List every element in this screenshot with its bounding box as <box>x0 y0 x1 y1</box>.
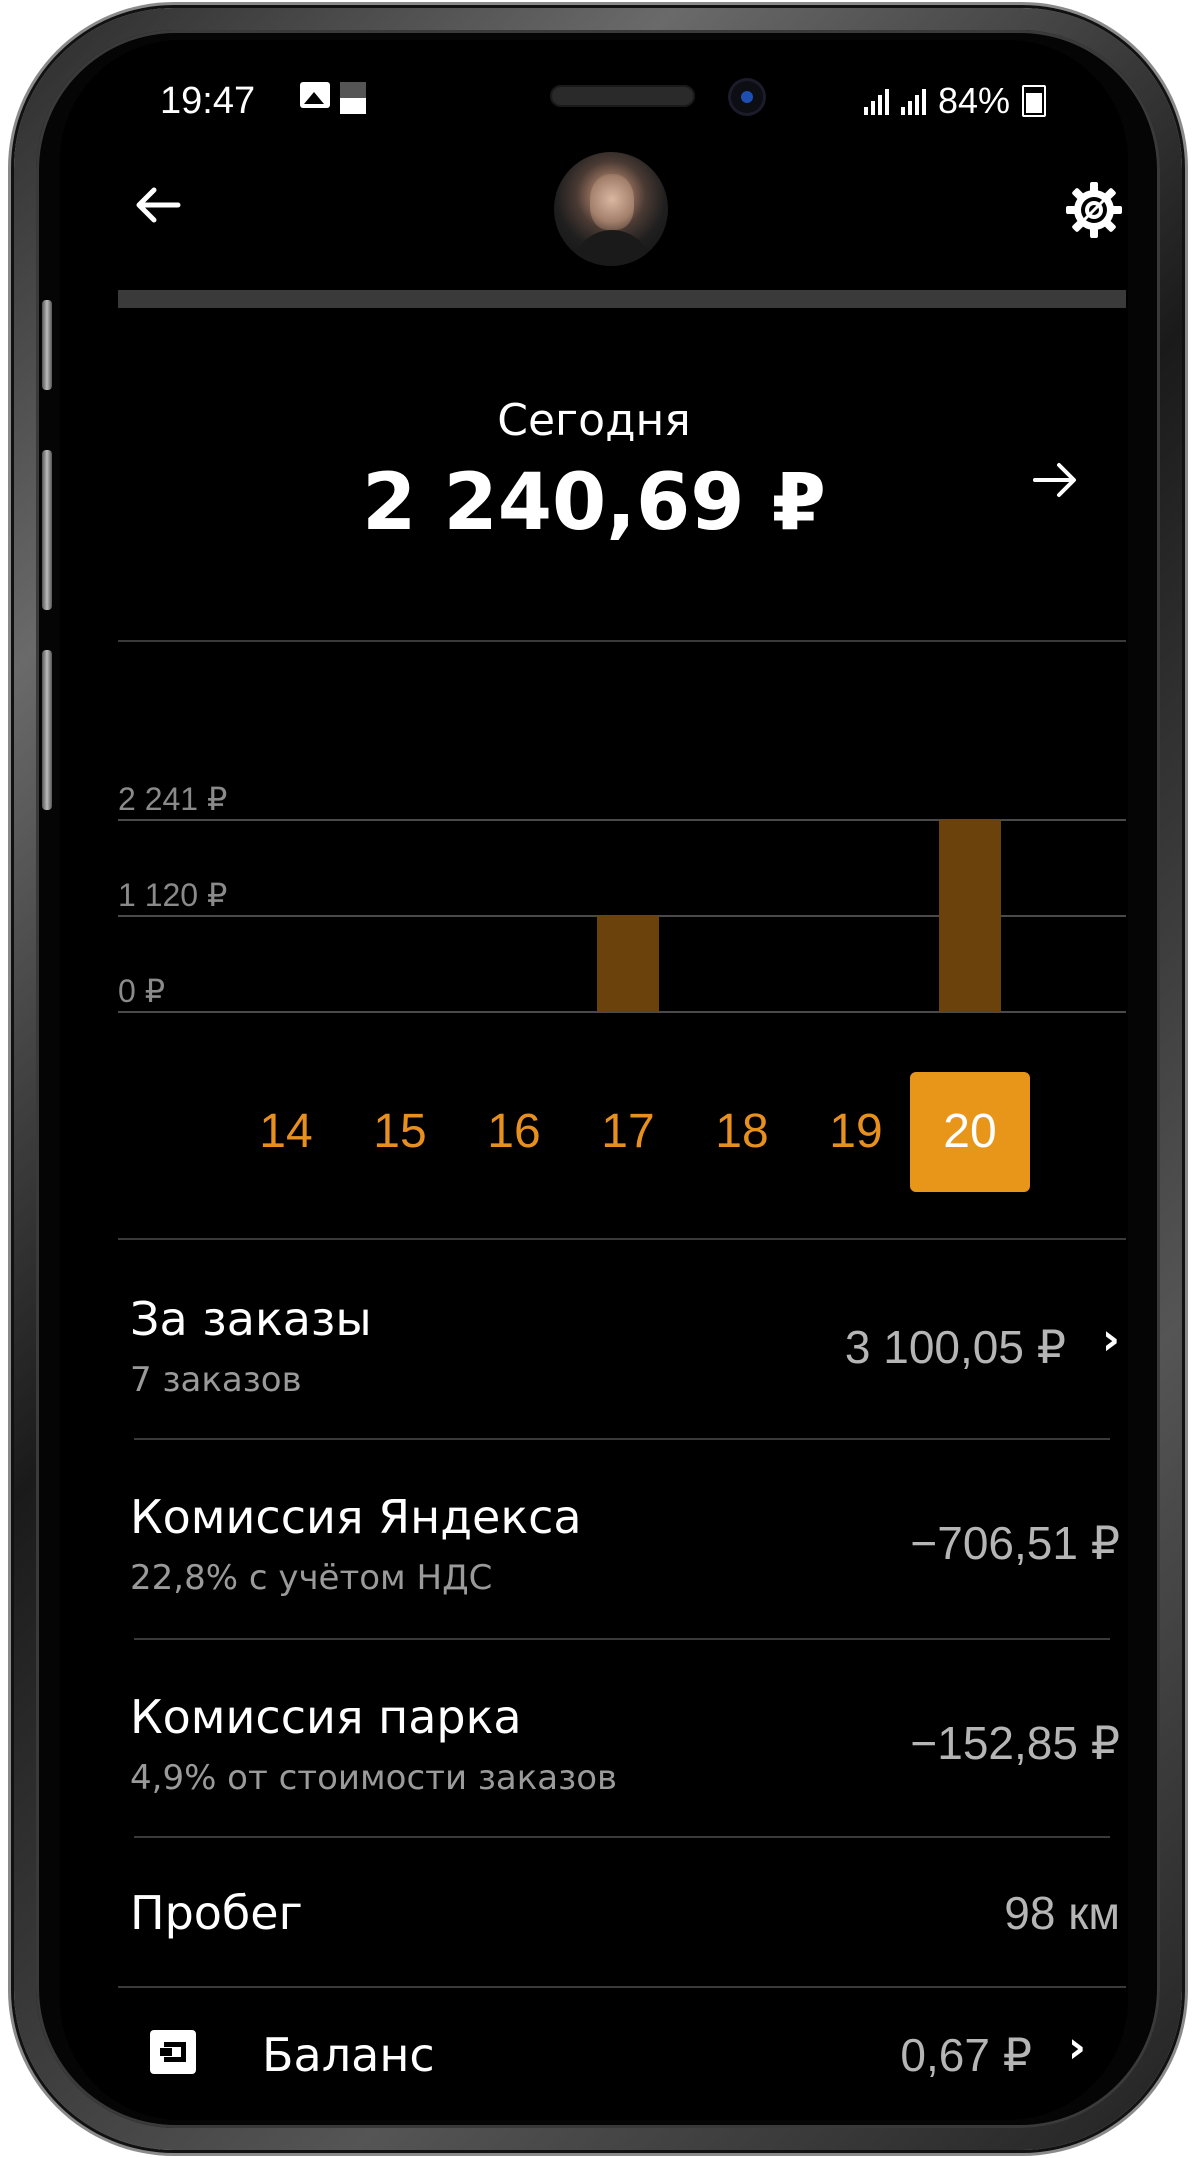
day-button-17[interactable]: 17 <box>568 1072 688 1192</box>
gallery-notification-icon <box>300 82 330 108</box>
chevron-right-icon: › <box>1067 2022 1086 2073</box>
park-commission-row: Комиссия парка 4,9% от стоимости заказов… <box>120 1640 1120 1840</box>
chart-bar[interactable] <box>939 820 1001 1012</box>
summary-divider <box>118 640 1126 642</box>
y-tick-label: 1 120 ₽ <box>118 877 227 913</box>
mileage-value: 98 км <box>1004 1887 1120 1939</box>
status-right: 84% <box>863 80 1046 122</box>
y-tick-label: 2 241 ₽ <box>118 781 227 817</box>
front-camera <box>728 78 766 116</box>
arrow-left-icon <box>136 187 181 223</box>
park-commission-title: Комиссия парка <box>130 1690 522 1744</box>
battery-icon <box>1022 85 1046 117</box>
today-amount: 2 240,69 ₽ <box>362 458 826 548</box>
settings-button[interactable] <box>1064 180 1124 240</box>
earnings-chart: 0 ₽ 1 120 ₽ 2 241 ₽ <box>118 781 1126 1013</box>
avatar[interactable] <box>554 152 668 266</box>
app-screen: 19:47 84% Сегодня 2 240,69 ₽ 0 ₽ 1 120 ₽… <box>60 40 1128 2120</box>
back-button[interactable] <box>128 175 188 235</box>
gear-icon <box>1066 182 1122 238</box>
phone-side-button <box>42 300 52 390</box>
day-button-16[interactable]: 16 <box>454 1072 574 1192</box>
yandex-commission-row: Комиссия Яндекса 22,8% с учётом НДС −706… <box>120 1440 1120 1640</box>
orders-count: 7 заказов <box>130 1360 302 1400</box>
header-progress-track <box>118 290 1126 308</box>
signal-icon <box>863 87 926 115</box>
park-commission-value: −152,85 ₽ <box>910 1717 1120 1769</box>
yandex-commission-value: −706,51 ₽ <box>910 1517 1120 1569</box>
phone-volume-up-button <box>42 450 52 610</box>
battery-percent: 84% <box>937 80 1010 121</box>
day-button-14[interactable]: 14 <box>226 1072 346 1192</box>
balance-row[interactable]: Баланс 0,67 ₽ › <box>60 1988 1128 2118</box>
arrow-right-icon <box>1033 463 1076 497</box>
day-button-20[interactable]: 20 <box>910 1072 1030 1192</box>
balance-value: 0,67 ₽ <box>900 2029 1032 2081</box>
status-time: 19:47 <box>160 80 256 122</box>
chart-bar[interactable] <box>597 916 659 1012</box>
mileage-row: Пробег 98 км <box>120 1838 1120 1988</box>
earpiece-speaker <box>550 85 695 107</box>
status-notification-icons <box>300 82 366 114</box>
orders-value: 3 100,05 ₽ <box>844 1321 1066 1373</box>
phone-volume-down-button <box>42 650 52 810</box>
period-label: Сегодня <box>497 395 691 446</box>
chart-divider <box>118 1238 1126 1240</box>
yandex-commission-title: Комиссия Яндекса <box>130 1490 582 1544</box>
wallet-icon <box>150 2030 196 2074</box>
mileage-title: Пробег <box>130 1886 303 1940</box>
park-commission-subtitle: 4,9% от стоимости заказов <box>130 1758 618 1798</box>
day-button-19[interactable]: 19 <box>796 1072 916 1192</box>
balance-label: Баланс <box>262 2028 435 2082</box>
chevron-right-icon: › <box>1101 1314 1120 1365</box>
day-button-15[interactable]: 15 <box>340 1072 460 1192</box>
orders-title: За заказы <box>130 1292 372 1346</box>
yandex-commission-subtitle: 22,8% с учётом НДС <box>130 1558 493 1598</box>
next-period-button[interactable] <box>1020 450 1090 520</box>
y-tick-label: 0 ₽ <box>118 973 165 1009</box>
orders-row[interactable]: За заказы 7 заказов 3 100,05 ₽ › <box>120 1250 1120 1440</box>
app-notification-icon <box>340 82 366 114</box>
day-button-18[interactable]: 18 <box>682 1072 802 1192</box>
